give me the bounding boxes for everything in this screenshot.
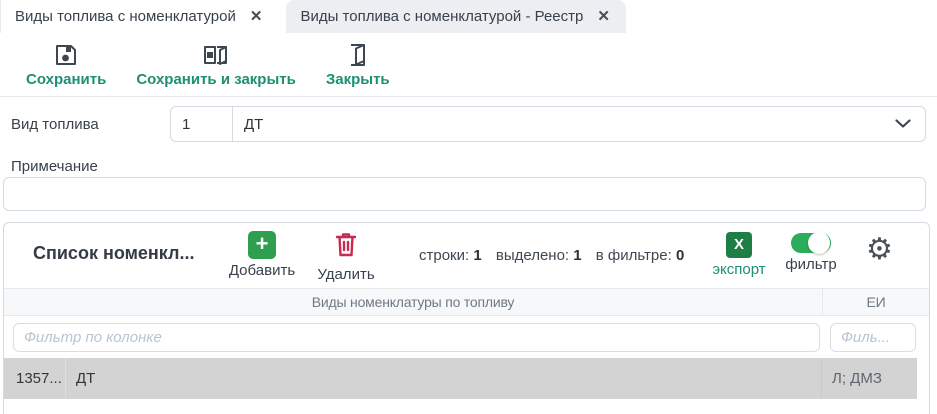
fuel-type-combobox[interactable]: 1 ДТ [170, 106, 926, 142]
row-id-cell: 1357... [4, 358, 66, 399]
note-label: Примечание [11, 158, 98, 175]
filter-label: фильтр [785, 256, 837, 273]
in-filter-count-label: в фильтре: [595, 247, 672, 264]
trash-icon [334, 231, 358, 263]
row-name-cell: ДТ [76, 370, 96, 387]
panel-toolbar: Список номенкл... + Добавить Удалить стр… [4, 223, 929, 288]
main-toolbar: Сохранить Сохранить и закрыть Закрыть [0, 33, 937, 97]
tab-label: Виды топлива с номенклатурой - Реестр [300, 8, 584, 25]
tab-fuel-types[interactable]: Виды топлива с номенклатурой ✕ [0, 0, 279, 33]
save-and-close-icon [202, 42, 230, 68]
filter-row [4, 316, 929, 358]
rows-count-value: 1 [473, 247, 482, 264]
tab-label: Виды топлива с номенклатурой [15, 8, 236, 25]
table-header: Виды номенклатуры по топливу ЕИ [4, 288, 929, 316]
plus-icon: + [248, 231, 276, 259]
filter-toggle[interactable]: фильтр [771, 229, 851, 273]
panel-title: Список номенкл... [33, 243, 195, 263]
fuel-type-code[interactable]: 1 [171, 107, 233, 141]
export-button[interactable]: X экспорт [699, 232, 779, 278]
close-icon[interactable]: ✕ [250, 9, 263, 24]
selected-row[interactable]: 1357... ДТ Л; ДМЗ [4, 358, 917, 399]
tab-bar: Виды топлива с номенклатурой ✕ Виды топл… [0, 0, 937, 33]
chevron-down-icon[interactable] [895, 115, 911, 133]
delete-button[interactable]: Удалить [301, 231, 391, 283]
excel-icon: X [726, 232, 752, 258]
save-button[interactable]: Сохранить [26, 42, 106, 88]
close-icon[interactable]: ✕ [597, 9, 610, 24]
selected-count-label: выделено: [495, 247, 570, 264]
grid-counters: строки: 1 выделено: 1 в фильтре: 0 [419, 247, 684, 264]
row-unit-cell: Л; ДМЗ [821, 358, 917, 399]
scrollbar-gutter [917, 358, 929, 399]
rows-count-label: строки: [419, 247, 470, 264]
save-and-close-button[interactable]: Сохранить и закрыть [136, 42, 296, 88]
save-label: Сохранить [26, 70, 107, 88]
toggle-on-icon[interactable] [791, 232, 831, 254]
export-label: экспорт [712, 261, 766, 278]
add-label: Добавить [228, 262, 296, 279]
delete-label: Удалить [317, 266, 375, 283]
door-icon [346, 42, 370, 68]
fuel-type-label: Вид топлива [11, 116, 99, 133]
column-header-nomenclature[interactable]: Виды номенклатуры по топливу [4, 289, 823, 315]
fuel-type-name[interactable]: ДТ [233, 116, 895, 133]
note-input[interactable] [3, 177, 926, 211]
table-row[interactable]: 1357... ДТ Л; ДМЗ [4, 358, 929, 399]
column-header-unit[interactable]: ЕИ [823, 289, 929, 315]
in-filter-count-value: 0 [675, 247, 685, 264]
tab-fuel-types-registry[interactable]: Виды топлива с номенклатурой - Реестр ✕ [286, 0, 626, 33]
close-button[interactable]: Закрыть [326, 42, 390, 88]
close-label: Закрыть [325, 70, 390, 88]
unit-filter-input[interactable] [830, 322, 916, 352]
save-icon [53, 42, 79, 68]
column-filter-input[interactable] [13, 322, 820, 352]
selected-count-value: 1 [573, 247, 582, 264]
gear-icon[interactable]: ⚙ [866, 235, 893, 265]
edit-form: Вид топлива 1 ДТ Примечание [0, 98, 937, 223]
nomenclature-panel: Список номенкл... + Добавить Удалить стр… [3, 222, 930, 414]
add-button[interactable]: + Добавить [217, 231, 307, 279]
save-and-close-label: Сохранить и закрыть [136, 70, 296, 88]
